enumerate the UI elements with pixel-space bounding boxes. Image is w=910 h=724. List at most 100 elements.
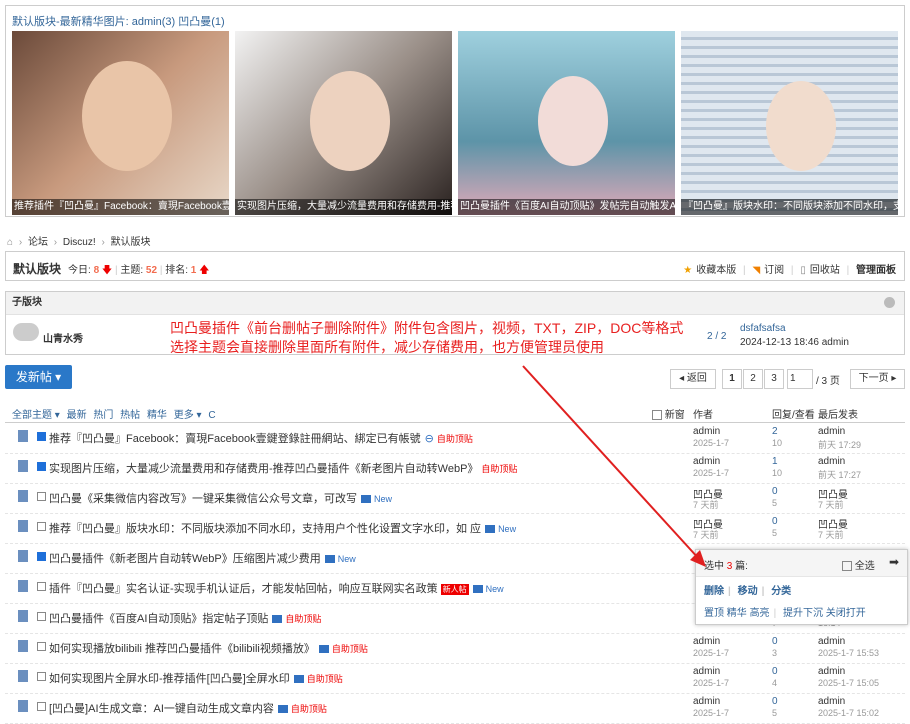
thread-views: 3 (772, 648, 778, 658)
table-row[interactable]: 实现图片压缩，大量减少流量费用和存储费用-推荐凹凸曼插件《新老图片自动转WebP… (5, 453, 905, 484)
arrow-right-icon[interactable]: ➡ (889, 555, 899, 569)
thread-title[interactable]: 推荐『凹凸曼』版块水印：不同版块添加不同水印，支持用户个性化设置文字水印，如 应… (49, 520, 516, 536)
last-post-user[interactable]: admin (818, 426, 845, 437)
gallery-item-2[interactable]: 实现图片压缩，大量减少流量费用和存储费用-推荐凹 (235, 31, 452, 215)
back-button[interactable]: ◂ 返回 (670, 369, 716, 389)
thread-title[interactable]: 实现图片压缩，大量减少流量费用和存储费用-推荐凹凸曼插件《新老图片自动转WebP… (49, 460, 517, 476)
thread-tag[interactable]: New (338, 554, 356, 564)
thread-checkbox[interactable] (37, 702, 46, 711)
close-open-button[interactable]: 关闭打开 (826, 608, 866, 619)
admin-panel-link[interactable]: 管理面板 (856, 265, 896, 276)
thread-checkbox[interactable] (37, 462, 46, 471)
last-post-user[interactable]: admin (818, 636, 845, 647)
gallery-item-1[interactable]: 推荐插件『凹凸曼』Facebook：賣現Facebook壹鍵登 (12, 31, 229, 215)
digest-button[interactable]: 精华 (727, 608, 747, 619)
thread-title[interactable]: 推荐『凹凸曼』Facebook：賣現Facebook壹鍵登錄註冊網站、綁定已有帳… (49, 430, 473, 446)
topics-count: 52 (145, 265, 158, 276)
page-link[interactable]: 2 (743, 369, 763, 389)
gallery-item-3[interactable]: 凹凸曼插件《百度AI自动顶贴》发帖完自动触发AI自 (458, 31, 675, 215)
favorite-forum-link[interactable]: 收藏本版 (696, 265, 736, 276)
filter-all[interactable]: 全部主题 ▾ (12, 410, 60, 421)
move-button[interactable]: 移动 (738, 586, 758, 597)
collapse-icon[interactable] (884, 297, 895, 308)
thread-checkbox[interactable] (37, 612, 46, 621)
thread-checkbox[interactable] (37, 522, 46, 531)
last-post-user[interactable]: admin (818, 456, 845, 467)
thread-tag[interactable]: 自助顶贴 (307, 674, 343, 684)
select-all-checkbox[interactable]: 全选 (842, 557, 875, 572)
last-post-user[interactable]: admin (818, 666, 845, 677)
table-row[interactable]: 凹凸曼《采集微信内容改写》一键采集微信公众号文章，可改写 New 凹凸曼 7 天前 0 5… (5, 483, 905, 514)
thread-title[interactable]: 凹凸曼《采集微信内容改写》一键采集微信公众号文章，可改写 New (49, 490, 392, 506)
thread-author[interactable]: admin (693, 666, 720, 677)
filter-hot[interactable]: 热门 (93, 410, 113, 421)
thread-author[interactable]: admin (693, 426, 720, 437)
thread-title[interactable]: 插件『凹凸曼』实名认证-实现手机认证后，才能发帖回帖，响应互联网实名政策 新人帖 N… (49, 580, 504, 596)
thread-author[interactable]: admin (693, 696, 720, 707)
filter-latest[interactable]: 最新 (67, 410, 87, 421)
refresh-icon[interactable]: C (208, 410, 215, 421)
table-row[interactable]: 推荐『凹凸曼』Facebook：賣現Facebook壹鍵登錄註冊網站、綁定已有帳… (5, 423, 905, 454)
category-button[interactable]: 分类 (771, 586, 791, 597)
thread-tag[interactable]: 自助顶贴 (481, 464, 517, 474)
home-icon[interactable]: ⌂ (7, 237, 13, 248)
thread-replies: 1 (772, 456, 778, 467)
document-icon (18, 670, 28, 682)
new-post-button[interactable]: 发新帖 ▾ (5, 365, 72, 389)
recycle-bin-link[interactable]: 回收站 (810, 265, 840, 276)
breadcrumb-item[interactable]: 默认版块 (111, 237, 151, 248)
image-icon (293, 675, 304, 684)
thread-title[interactable]: 如何实现播放bilibili 推荐凹凸曼插件《bilibili视频播放》 自助顶贴 (49, 640, 368, 656)
bump-button[interactable]: 提升下沉 (783, 608, 823, 619)
last-post-time: 前天 17:29 (818, 440, 862, 450)
new-window-toggle[interactable]: 新窗 (652, 406, 685, 421)
thread-tag[interactable]: New (486, 584, 504, 594)
breadcrumb-item[interactable]: 论坛 (28, 237, 48, 248)
thread-checkbox[interactable] (37, 672, 46, 681)
thread-checkbox[interactable] (37, 552, 46, 561)
thread-title[interactable]: [凹凸曼]AI生成文章：AI一键自动生成文章内容 自助顶贴 (49, 700, 327, 716)
sticky-button[interactable]: 置顶 (704, 608, 724, 619)
subforum-name[interactable]: 山青水秀 (43, 330, 83, 345)
highlight-button[interactable]: 高亮 (750, 608, 770, 619)
thread-tag[interactable]: New (498, 524, 516, 534)
thread-tag[interactable]: 自助顶贴 (437, 434, 473, 444)
thread-tag[interactable]: 自助顶贴 (291, 704, 327, 714)
thread-checkbox[interactable] (37, 642, 46, 651)
table-row[interactable]: 推荐『凹凸曼』版块水印：不同版块添加不同水印，支持用户个性化设置文字水印，如 应… (5, 513, 905, 544)
arrow-up-icon: 🡅 (199, 265, 210, 276)
page-input[interactable]: 1 (787, 369, 813, 389)
last-post-user[interactable]: admin (818, 696, 845, 707)
thread-tag[interactable]: 自助顶贴 (285, 614, 321, 624)
subscribe-link[interactable]: 订阅 (764, 265, 784, 276)
thread-title[interactable]: 如何实现图片全屏水印-推荐插件[凹凸曼]全屏水印 自助顶贴 (49, 670, 343, 686)
trash-icon: ▯ (800, 265, 806, 276)
thread-checkbox[interactable] (37, 432, 46, 441)
thread-checkbox[interactable] (37, 492, 46, 501)
thread-title[interactable]: 凹凸曼插件《百度AI自动顶贴》指定帖子顶贴 自助顶贴 (49, 610, 321, 626)
page-total: / 3 页 (816, 376, 840, 387)
table-row[interactable]: 如何实现图片全屏水印-推荐插件[凹凸曼]全屏水印 自助顶贴 admin 2025-1-… (5, 663, 905, 694)
thread-title[interactable]: 凹凸曼插件《新老图片自动转WebP》压缩图片减少费用 New (49, 550, 356, 566)
image-icon (361, 495, 371, 504)
featured-gallery: 默认版块-最新精华图片: admin(3) 凹凸曼(1) 推荐插件『凹凸曼』Fa… (5, 5, 905, 217)
page-link[interactable]: 3 (764, 369, 784, 389)
table-row[interactable]: [凹凸曼]AI生成文章：AI一键自动生成文章内容 自助顶贴 admin 2025-1-… (5, 693, 905, 724)
next-page-button[interactable]: 下一页 ▸ (850, 369, 905, 389)
subforum-last-meta: 2024-12-13 18:46 admin (740, 337, 849, 348)
filter-hot-thread[interactable]: 热帖 (120, 410, 140, 421)
thread-author[interactable]: admin (693, 456, 720, 467)
thread-tag[interactable]: New (374, 494, 392, 504)
page-link[interactable]: 1 (722, 369, 742, 389)
thread-checkbox[interactable] (37, 582, 46, 591)
breadcrumb-item[interactable]: Discuz! (63, 237, 96, 248)
gallery-item-4[interactable]: 『凹凸曼』版块水印：不同版块添加不同水印，支持 (681, 31, 898, 215)
filter-digest[interactable]: 精华 (147, 410, 167, 421)
delete-button[interactable]: 删除 (704, 586, 724, 597)
subforum-last-title[interactable]: dsfafsafsa (740, 323, 786, 334)
filter-more[interactable]: 更多 ▾ (174, 410, 202, 421)
thread-author[interactable]: admin (693, 636, 720, 647)
thread-tag[interactable]: 自助顶贴 (332, 644, 368, 654)
pager: ◂ 返回 1 2 3 1 / 3 页 下一页 ▸ (670, 369, 905, 389)
table-row[interactable]: 如何实现播放bilibili 推荐凹凸曼插件《bilibili视频播放》 自助顶贴… (5, 633, 905, 664)
